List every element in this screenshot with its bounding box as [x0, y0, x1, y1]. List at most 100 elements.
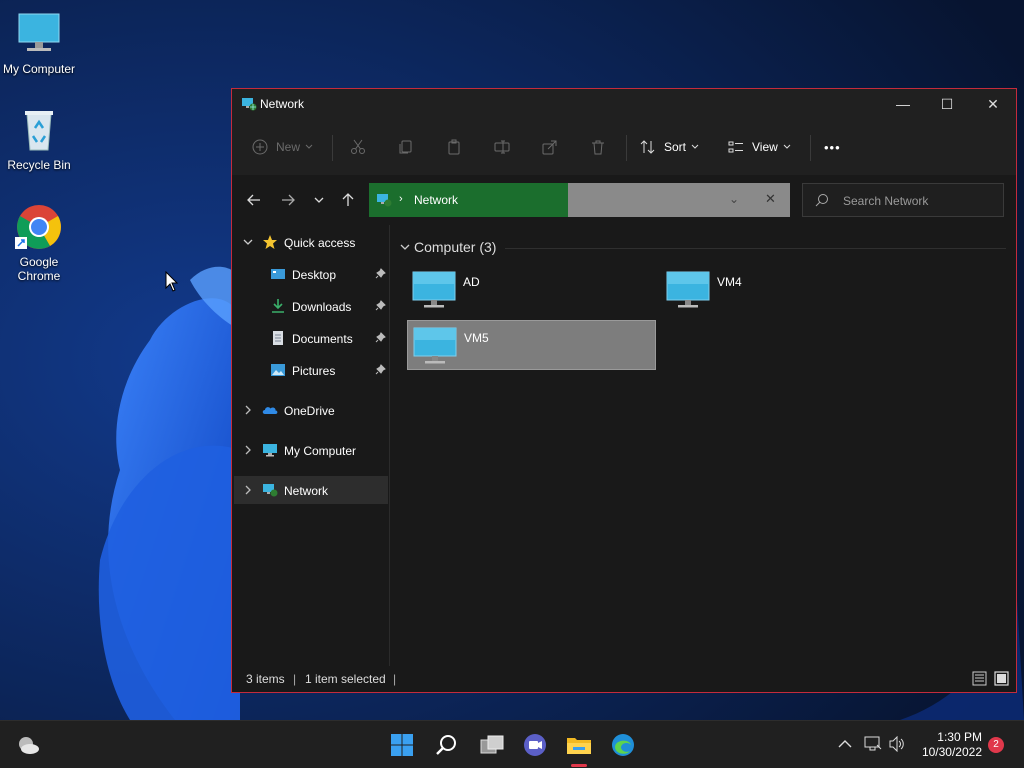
rename-button[interactable]: [494, 134, 510, 160]
maximize-button[interactable]: ☐: [924, 89, 970, 119]
window-title: Network: [260, 97, 305, 111]
mouse-cursor-icon: [165, 271, 179, 292]
nav-label: Network: [284, 484, 329, 498]
chevron-right-icon[interactable]: [245, 485, 252, 495]
computer-icon: [666, 271, 710, 308]
nav-item-pictures[interactable]: Pictures: [234, 356, 388, 384]
nav-item-desktop[interactable]: Desktop: [234, 260, 388, 288]
nav-item-documents[interactable]: Documents: [234, 324, 388, 352]
chevron-up-icon[interactable]: [838, 739, 852, 749]
large-icons-view-icon[interactable]: [994, 671, 1009, 686]
file-explorer-icon[interactable]: [565, 731, 593, 759]
title-bar[interactable]: Network — ☐ ✕: [232, 89, 1016, 119]
weather-icon[interactable]: [14, 731, 42, 759]
star-icon: [263, 235, 277, 249]
clock-date: 10/30/2022: [921, 745, 982, 759]
computer-icon: [412, 271, 456, 308]
nav-item-network[interactable]: Network: [234, 476, 388, 504]
pin-icon[interactable]: [375, 364, 386, 375]
chevron-right-icon[interactable]: [245, 445, 252, 455]
new-label: New: [276, 140, 301, 154]
nav-label: Desktop: [292, 268, 337, 282]
chevron-down-icon: [783, 144, 791, 149]
selection-count: 1 item selected: [305, 672, 386, 686]
pin-icon[interactable]: [375, 268, 386, 279]
paste-button[interactable]: [446, 134, 462, 160]
start-icon[interactable]: [388, 731, 416, 759]
status-separator: |: [293, 672, 297, 686]
address-bar[interactable]: › Network ⌄ ✕: [369, 183, 790, 217]
forward-button[interactable]: [275, 187, 301, 213]
chevron-down-icon[interactable]: [400, 244, 410, 251]
share-icon: [542, 140, 557, 155]
sort-icon: [640, 140, 655, 154]
nav-item-quick-access[interactable]: Quick access: [234, 228, 388, 256]
arrow-right-icon: [282, 194, 295, 206]
file-item[interactable]: AD: [407, 265, 656, 315]
desktop-icon-my-computer[interactable]: My Computer: [0, 10, 78, 76]
back-button[interactable]: [241, 187, 267, 213]
network-status-icon[interactable]: [864, 736, 882, 752]
search-icon[interactable]: [433, 731, 461, 759]
arrow-up-icon: [342, 193, 354, 206]
chevron-right-icon[interactable]: [245, 405, 252, 415]
search-input[interactable]: [841, 191, 995, 211]
file-item[interactable]: VM4: [661, 265, 910, 315]
chevron-down-icon[interactable]: [243, 239, 253, 246]
cut-button[interactable]: [350, 134, 366, 160]
desktop-icon-google-chrome[interactable]: Google Chrome: [0, 203, 78, 283]
address-segment[interactable]: › Network: [369, 183, 568, 217]
breadcrumb-chevron-icon[interactable]: ›: [399, 193, 403, 205]
desktop-icon-recycle-bin[interactable]: Recycle Bin: [0, 106, 78, 172]
address-clear-button[interactable]: ✕: [765, 191, 776, 207]
sort-button[interactable]: Sort: [640, 134, 699, 160]
group-divider: [505, 248, 1006, 249]
file-item-selected[interactable]: VM5: [407, 320, 656, 370]
notification-badge[interactable]: 2: [988, 737, 1004, 753]
chrome-icon: [15, 205, 61, 249]
nav-item-onedrive[interactable]: OneDrive: [234, 396, 388, 424]
new-button[interactable]: New: [252, 134, 313, 160]
search-box[interactable]: [802, 183, 1004, 217]
close-button[interactable]: ✕: [970, 89, 1016, 119]
command-bar: New Sort View •••: [232, 119, 1016, 176]
delete-button[interactable]: [590, 134, 606, 160]
navigation-row: › Network ⌄ ✕: [232, 175, 1016, 225]
address-dropdown-button[interactable]: ⌄: [729, 192, 739, 206]
nav-label: Documents: [292, 332, 353, 346]
clock[interactable]: 1:30 PM 10/30/2022: [920, 730, 982, 760]
minimize-button[interactable]: —: [880, 89, 926, 119]
status-bar: 3 items | 1 item selected |: [232, 666, 1016, 692]
recent-locations-button[interactable]: [306, 187, 332, 213]
pin-icon[interactable]: [375, 300, 386, 311]
download-icon: [272, 299, 284, 313]
task-view-icon[interactable]: [478, 731, 506, 759]
copy-button[interactable]: [398, 134, 414, 160]
network-icon: [377, 194, 392, 207]
rename-icon: [494, 140, 510, 154]
nav-label: OneDrive: [284, 404, 335, 418]
more-options-button[interactable]: •••: [824, 134, 841, 160]
network-icon: [263, 484, 278, 497]
network-icon: [242, 98, 257, 111]
teams-chat-icon[interactable]: [521, 731, 549, 759]
nav-item-my-computer[interactable]: My Computer: [234, 436, 388, 464]
view-button[interactable]: View: [728, 134, 791, 160]
trash-icon: [592, 140, 604, 155]
up-button[interactable]: [335, 187, 361, 213]
group-header[interactable]: Computer (3): [414, 239, 496, 255]
pin-icon[interactable]: [375, 332, 386, 343]
details-view-icon[interactable]: [972, 671, 987, 686]
nav-item-downloads[interactable]: Downloads: [234, 292, 388, 320]
volume-icon[interactable]: [888, 736, 906, 752]
edge-icon[interactable]: [609, 731, 637, 759]
desktop-icon-label: My Computer: [2, 62, 76, 76]
share-button[interactable]: [542, 134, 558, 160]
recycle-bin-icon: [25, 111, 53, 151]
view-label: View: [752, 140, 778, 154]
file-item-name: AD: [463, 275, 480, 289]
clock-time: 1:30 PM: [937, 730, 982, 744]
nav-label: Pictures: [292, 364, 336, 378]
nav-label: Downloads: [292, 300, 352, 314]
breadcrumb-network[interactable]: Network: [414, 193, 458, 207]
